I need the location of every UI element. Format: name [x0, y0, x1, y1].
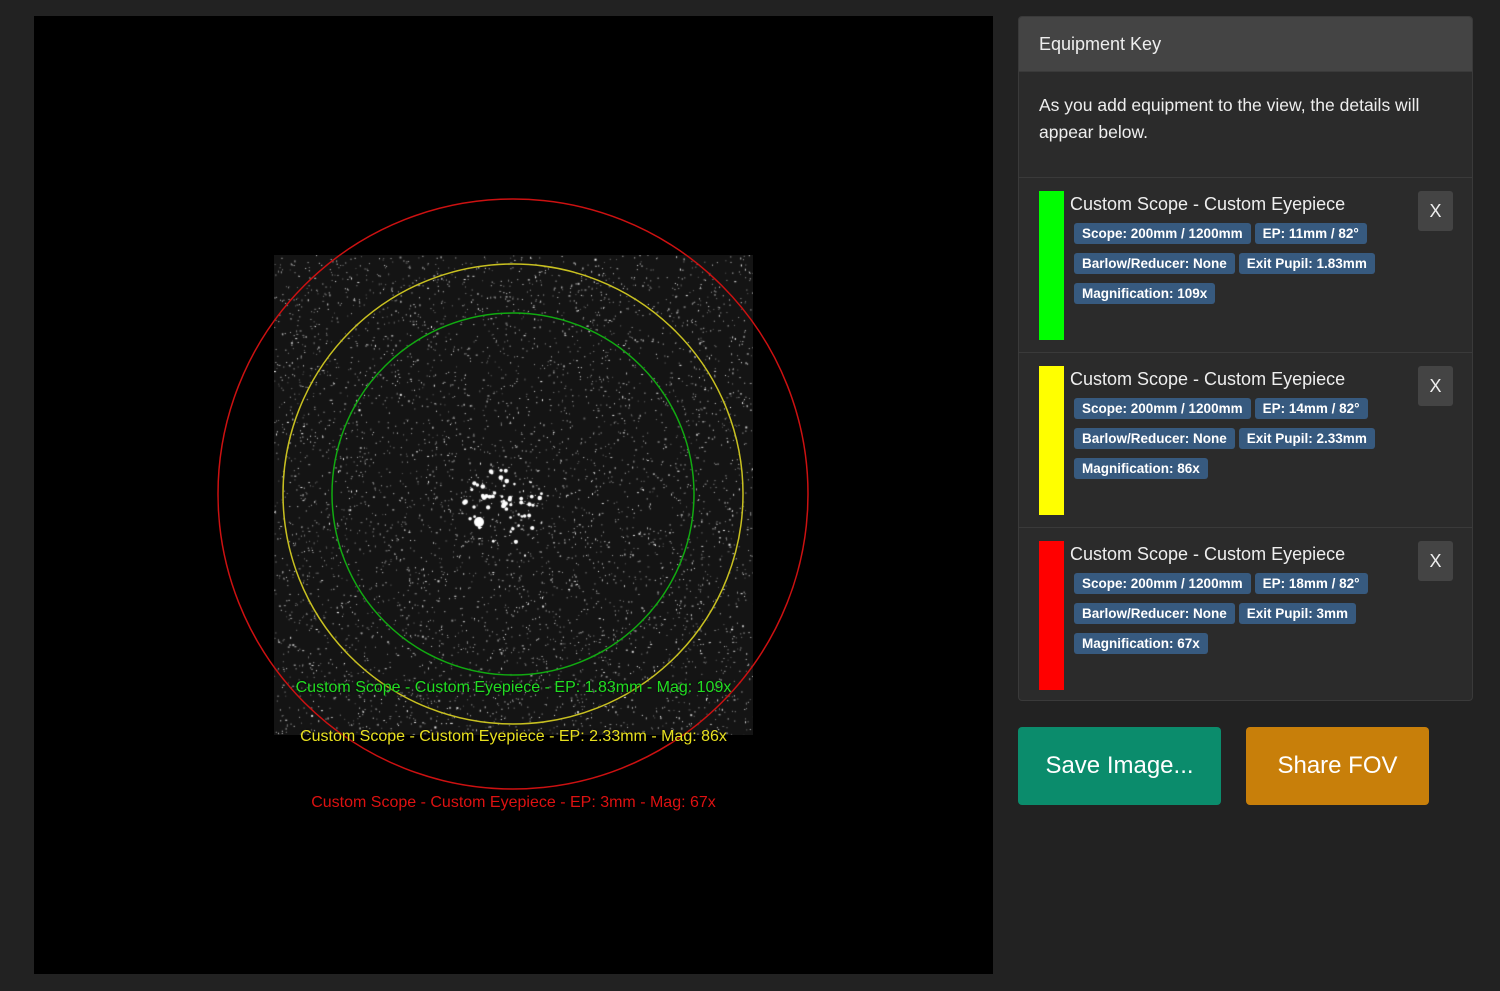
remove-equipment-button[interactable]: X	[1418, 191, 1453, 231]
scope-badge: Scope: 200mm / 1200mm	[1074, 573, 1251, 594]
fov-circle-red	[217, 198, 809, 790]
equipment-item: Custom Scope - Custom Eyepiece Scope: 20…	[1019, 353, 1472, 528]
color-swatch	[1039, 191, 1064, 340]
magnification-badge: Magnification: 67x	[1074, 633, 1208, 654]
remove-equipment-button[interactable]: X	[1418, 541, 1453, 581]
eyepiece-badge: EP: 14mm / 82°	[1254, 398, 1368, 419]
save-image-button[interactable]: Save Image...	[1018, 727, 1221, 805]
equipment-title: Custom Scope - Custom Eyepiece	[1070, 194, 1346, 214]
share-fov-button[interactable]: Share FOV	[1246, 727, 1429, 805]
fov-label-green: Custom Scope - Custom Eyepiece - EP: 1.8…	[295, 679, 732, 696]
fov-circles	[217, 198, 809, 790]
equipment-item: Custom Scope - Custom Eyepiece Scope: 20…	[1019, 528, 1472, 700]
equipment-item: Custom Scope - Custom Eyepiece Scope: 20…	[1019, 178, 1472, 353]
fov-label-yellow: Custom Scope - Custom Eyepiece - EP: 2.3…	[300, 728, 727, 745]
magnification-badge: Magnification: 86x	[1074, 458, 1208, 479]
scope-badge: Scope: 200mm / 1200mm	[1074, 223, 1251, 244]
panel-intro: As you add equipment to the view, the de…	[1019, 72, 1472, 178]
exit-pupil-badge: Exit Pupil: 3mm	[1238, 603, 1357, 624]
fov-circle-green	[331, 312, 695, 676]
barlow-badge: Barlow/Reducer: None	[1074, 603, 1235, 624]
magnification-badge: Magnification: 109x	[1074, 283, 1216, 304]
color-swatch	[1039, 366, 1064, 515]
exit-pupil-badge: Exit Pupil: 1.83mm	[1238, 253, 1375, 274]
scope-badge: Scope: 200mm / 1200mm	[1074, 398, 1251, 419]
equipment-title: Custom Scope - Custom Eyepiece	[1070, 369, 1346, 389]
barlow-badge: Barlow/Reducer: None	[1074, 428, 1235, 449]
fov-canvas[interactable]: Custom Scope - Custom Eyepiece - EP: 1.8…	[34, 16, 993, 974]
color-swatch	[1039, 541, 1064, 690]
barlow-badge: Barlow/Reducer: None	[1074, 253, 1235, 274]
panel-title: Equipment Key	[1019, 17, 1472, 72]
fov-label-red: Custom Scope - Custom Eyepiece - EP: 3mm…	[311, 794, 716, 811]
equipment-key-panel: Equipment Key As you add equipment to th…	[1018, 16, 1473, 701]
remove-equipment-button[interactable]: X	[1418, 366, 1453, 406]
exit-pupil-badge: Exit Pupil: 2.33mm	[1238, 428, 1375, 449]
eyepiece-badge: EP: 18mm / 82°	[1254, 573, 1368, 594]
eyepiece-badge: EP: 11mm / 82°	[1254, 223, 1367, 244]
fov-circle-yellow	[282, 263, 744, 725]
equipment-title: Custom Scope - Custom Eyepiece	[1070, 544, 1346, 564]
